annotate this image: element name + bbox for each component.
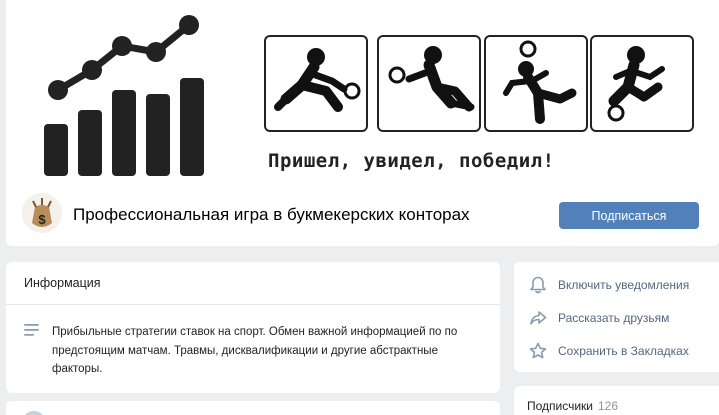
community-header: Пришел, увидел, победил! $ Профессиональ… <box>6 0 719 246</box>
growth-chart-logo <box>44 15 204 176</box>
actions-card: Включить уведомления Рассказать друзьям … <box>514 262 719 372</box>
community-avatar[interactable]: $ <box>22 193 62 233</box>
action-label: Включить уведомления <box>558 278 690 292</box>
description-lines-icon <box>24 324 39 336</box>
info-title: Информация <box>24 276 101 290</box>
football-kicker-icon <box>484 35 588 132</box>
soccer-player-icon <box>590 35 694 132</box>
followers-card[interactable]: Подписчики 126 <box>514 386 719 415</box>
community-name: Профессиональная игра в букмекерских кон… <box>73 205 470 224</box>
share-with-friends-action[interactable]: Рассказать друзьям <box>514 305 719 331</box>
bell-icon <box>530 276 546 294</box>
followers-count: 126 <box>598 399 619 413</box>
action-label: Рассказать друзьям <box>558 311 670 325</box>
next-block-card <box>6 401 500 415</box>
bowling-player-icon <box>377 35 481 132</box>
action-label: Сохранить в Закладках <box>558 344 689 358</box>
enable-notifications-action[interactable]: Включить уведомления <box>514 272 719 298</box>
star-icon <box>529 342 547 359</box>
cover-image: Пришел, увидел, победил! <box>6 0 719 185</box>
divider <box>6 304 500 305</box>
info-card: Информация Прибыльные стратегии ставок н… <box>6 262 500 393</box>
svg-text:$: $ <box>38 212 46 227</box>
avatar <box>22 411 46 415</box>
community-description: Прибыльные стратегии ставок на спорт. Об… <box>52 326 458 375</box>
save-to-bookmarks-action[interactable]: Сохранить в Закладках <box>514 338 719 364</box>
followers-label: Подписчики <box>527 399 594 413</box>
cover-slogan: Пришел, увидел, победил! <box>268 150 555 172</box>
subscribe-button[interactable]: Подписаться <box>559 202 699 229</box>
share-icon <box>530 311 547 325</box>
volleyball-player-icon <box>264 35 368 132</box>
